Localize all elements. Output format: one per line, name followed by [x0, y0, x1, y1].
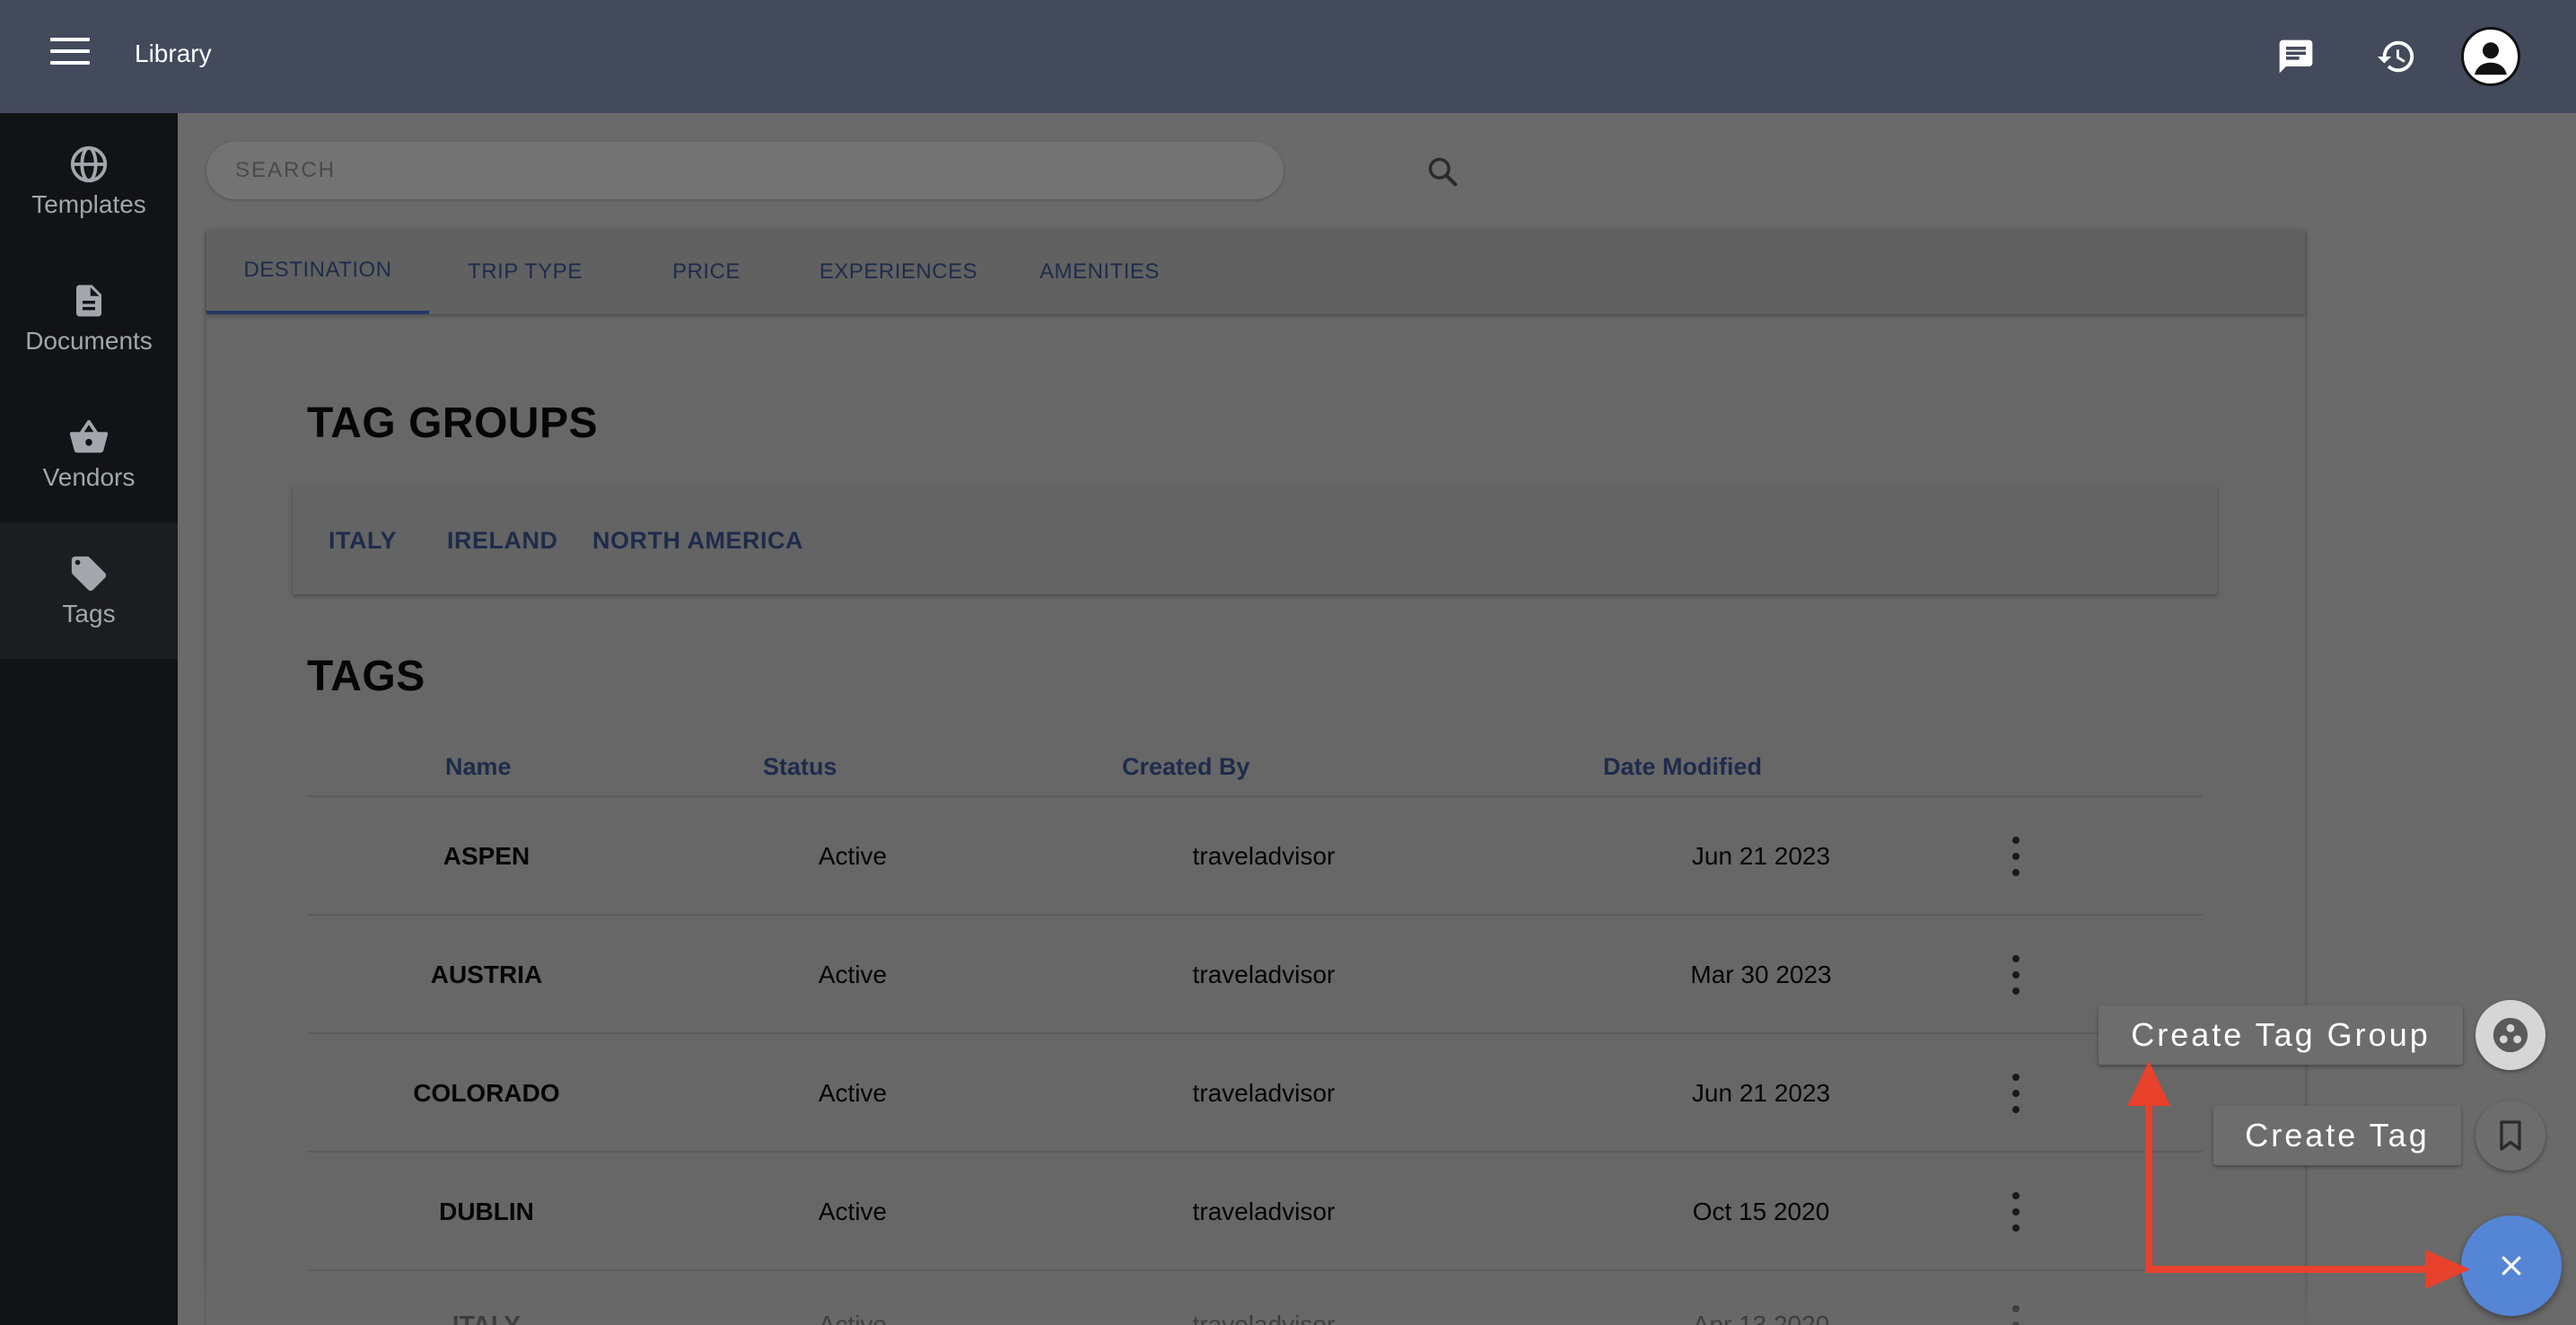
- search-icon[interactable]: [1425, 154, 1459, 193]
- sidebar-item-label: Vendors: [42, 463, 136, 491]
- tag-group-ireland[interactable]: IRELAND: [447, 487, 558, 594]
- tab-price[interactable]: PRICE: [621, 230, 792, 314]
- cell-date-modified: Jun 21 2023: [1691, 842, 1831, 870]
- tag-icon: [71, 556, 107, 592]
- create-tag-group-label[interactable]: Create Tag Group: [2098, 1005, 2463, 1065]
- table-row[interactable]: AUSTRIA Active traveladvisor Mar 30 2023: [307, 916, 2203, 1034]
- cell-status: Active: [818, 1198, 888, 1225]
- globe-icon: [70, 145, 108, 183]
- cell-created-by: traveladvisor: [1192, 1079, 1336, 1107]
- history-icon[interactable]: [2370, 30, 2423, 83]
- close-icon: [2502, 1256, 2521, 1276]
- create-tag-label[interactable]: Create Tag: [2213, 1106, 2461, 1165]
- category-tabs: DESTINATION TRIP TYPE PRICE EXPERIENCES …: [206, 230, 2305, 314]
- more-vert-icon[interactable]: [1998, 1305, 2034, 1325]
- avatar[interactable]: [2461, 27, 2520, 86]
- cell-status: Active: [818, 1311, 888, 1325]
- bookmark-icon: [2500, 1120, 2521, 1151]
- sidebar: Templates Documents Vendors Tags: [0, 113, 178, 1325]
- more-vert-icon[interactable]: [1998, 1074, 2034, 1113]
- speed-dial-close-button[interactable]: [2461, 1215, 2562, 1316]
- group-work-icon: [2493, 1017, 2528, 1053]
- table-row[interactable]: ITALY Active traveladvisor Apr 13 2020: [307, 1271, 2203, 1325]
- cell-status: Active: [818, 1079, 888, 1107]
- create-tag-button[interactable]: [2475, 1101, 2545, 1171]
- column-header-status[interactable]: Status: [763, 736, 837, 797]
- cell-name: AUSTRIA: [430, 961, 543, 988]
- column-header-created-by[interactable]: Created By: [1122, 736, 1250, 797]
- tags-heading: TAGS: [307, 653, 425, 700]
- search-input[interactable]: [235, 154, 1133, 187]
- table-row[interactable]: COLORADO Active traveladvisor Jun 21 202…: [307, 1034, 2203, 1153]
- cell-date-modified: Apr 13 2020: [1692, 1311, 1830, 1325]
- app-bar: Library: [0, 0, 2576, 113]
- tab-amenities[interactable]: AMENITIES: [1005, 230, 1194, 314]
- sidebar-item-tags[interactable]: Tags: [0, 522, 178, 659]
- sidebar-item-label: Tags: [62, 600, 116, 627]
- chat-icon[interactable]: [2269, 30, 2323, 83]
- table-row[interactable]: ASPEN Active traveladvisor Jun 21 2023: [307, 797, 2203, 916]
- sidebar-item-vendors[interactable]: Vendors: [0, 386, 178, 522]
- cell-created-by: traveladvisor: [1192, 842, 1336, 870]
- cell-created-by: traveladvisor: [1192, 1198, 1336, 1225]
- more-vert-icon[interactable]: [1998, 1192, 2034, 1232]
- column-header-name[interactable]: Name: [445, 736, 512, 797]
- cell-status: Active: [818, 842, 888, 870]
- cell-name: COLORADO: [413, 1079, 560, 1107]
- tags-table: Name Status Created By Date Modified ASP…: [307, 736, 2203, 1325]
- document-icon: [76, 285, 101, 317]
- tab-trip-type[interactable]: TRIP TYPE: [429, 230, 621, 314]
- cell-name: ITALY: [451, 1311, 521, 1325]
- hamburger-menu-icon[interactable]: [50, 38, 90, 74]
- tag-groups-list: ITALY IRELAND NORTH AMERICA: [293, 487, 2217, 594]
- more-vert-icon[interactable]: [1998, 955, 2034, 995]
- cell-name: DUBLIN: [439, 1198, 534, 1225]
- sidebar-item-documents[interactable]: Documents: [0, 250, 178, 386]
- tag-groups-heading: TAG GROUPS: [307, 399, 599, 447]
- page-title: Library: [135, 39, 212, 67]
- tags-panel: DESTINATION TRIP TYPE PRICE EXPERIENCES …: [206, 230, 2305, 1325]
- table-header: Name Status Created By Date Modified: [307, 736, 2203, 797]
- cell-date-modified: Jun 21 2023: [1691, 1079, 1831, 1107]
- cell-created-by: traveladvisor: [1192, 961, 1336, 988]
- sidebar-item-templates[interactable]: Templates: [0, 113, 178, 250]
- tag-group-italy[interactable]: ITALY: [329, 487, 397, 594]
- cell-created-by: traveladvisor: [1192, 1311, 1336, 1325]
- cell-name: ASPEN: [442, 842, 530, 870]
- cell-status: Active: [818, 961, 888, 988]
- more-vert-icon[interactable]: [1998, 837, 2034, 876]
- create-tag-group-button[interactable]: [2475, 1000, 2545, 1070]
- column-header-date-modified[interactable]: Date Modified: [1603, 736, 1762, 797]
- sidebar-item-label: Templates: [31, 190, 146, 218]
- search-bar: [206, 142, 1458, 199]
- sidebar-item-label: Documents: [25, 327, 153, 355]
- cell-date-modified: Mar 30 2023: [1690, 961, 1832, 988]
- basket-icon: [69, 419, 109, 453]
- cell-date-modified: Oct 15 2020: [1692, 1198, 1830, 1225]
- tab-experiences[interactable]: EXPERIENCES: [792, 230, 1005, 314]
- tag-group-north-america[interactable]: NORTH AMERICA: [592, 487, 803, 594]
- table-row[interactable]: DUBLIN Active traveladvisor Oct 15 2020: [307, 1153, 2203, 1271]
- tab-destination[interactable]: DESTINATION: [206, 230, 429, 314]
